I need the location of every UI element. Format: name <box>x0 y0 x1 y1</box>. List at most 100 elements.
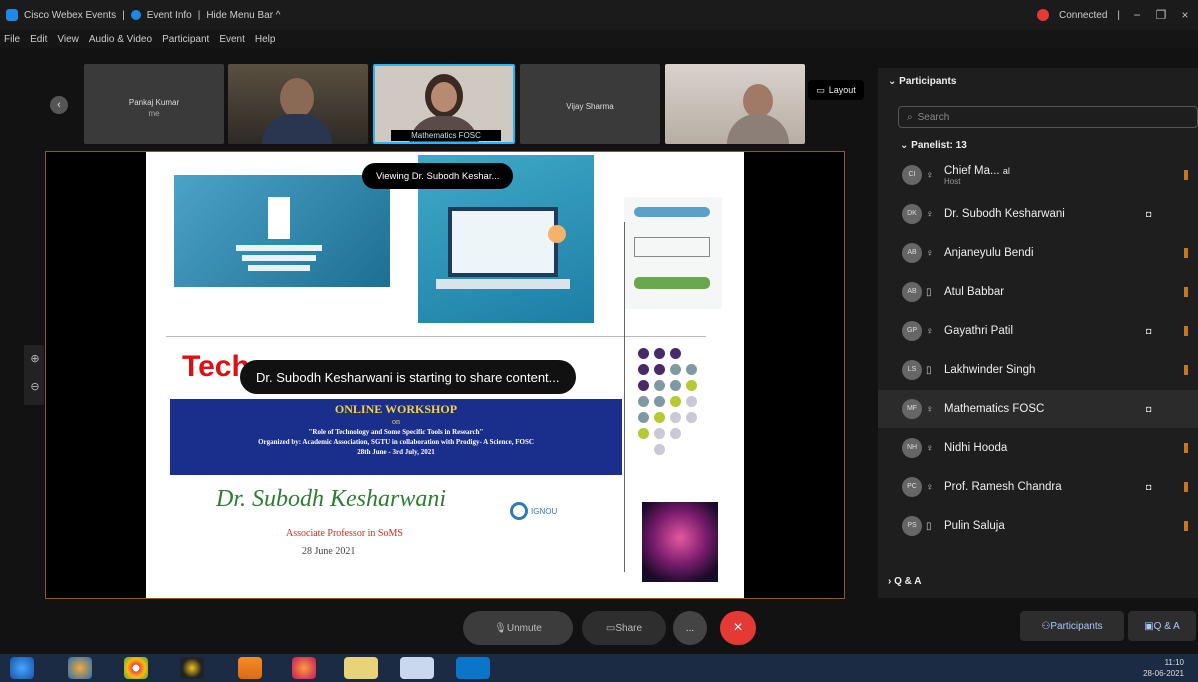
media-player-icon[interactable] <box>180 657 204 679</box>
notes-icon[interactable] <box>400 657 434 679</box>
participant-row[interactable]: AB ▯ Atul Babbar <box>878 273 1198 311</box>
participants-panel: ⌄ Participants ⌕ Search ⌄ Panelist: 13 C… <box>878 68 1198 598</box>
mic-icon: ♀ <box>926 442 934 454</box>
zoom-out-icon[interactable]: ⊖ <box>26 380 44 396</box>
participant-name: Lakhwinder Singh <box>944 364 1036 376</box>
participant-row[interactable]: DK ♀ Dr. Subodh Kesharwani ◘ <box>878 195 1198 233</box>
workshop-title: ONLINE WORKSHOP <box>334 402 458 416</box>
menu-audio-video[interactable]: Audio & Video <box>89 34 152 45</box>
collapse-chevron-icon: ⌄ <box>888 76 900 87</box>
webex-taskbar-icon[interactable] <box>456 657 490 679</box>
webex-logo-icon <box>6 9 18 21</box>
chrome-icon[interactable] <box>124 657 148 679</box>
menu-edit[interactable]: Edit <box>30 34 47 45</box>
mic-icon: ♀ <box>926 208 934 220</box>
slide-divider <box>166 336 706 337</box>
strip-prev-button[interactable]: ‹ <box>50 96 68 114</box>
panelist-group-header[interactable]: ⌄ Panelist: 13 <box>900 140 967 151</box>
video-tile-mathematics-fosc[interactable]: Mathematics FOSC <box>373 64 515 144</box>
menu-participant[interactable]: Participant <box>162 34 209 45</box>
search-icon: ⌕ <box>907 111 913 123</box>
video-tile-camera-1[interactable] <box>228 64 368 144</box>
participant-name: Gayathri Patil <box>944 325 1014 337</box>
connection-status[interactable]: Connected <box>1059 10 1107 21</box>
slide-image-network <box>624 197 722 309</box>
more-options-button[interactable]: ... <box>673 611 707 645</box>
mic-icon: ♀ <box>926 403 934 415</box>
participant-row[interactable]: LS ▯ Lakhwinder Singh <box>878 351 1198 389</box>
participant-name: Atul Babbar <box>944 286 1005 298</box>
hide-menu-bar-link[interactable]: Hide Menu Bar ^ <box>206 10 280 21</box>
qa-section-header[interactable]: › Q & A <box>888 576 922 587</box>
vlc-icon[interactable] <box>238 657 262 679</box>
participant-row-selected[interactable]: MF ♀ Mathematics FOSC ◘ <box>878 390 1198 428</box>
unmute-button[interactable]: 🎙︎ Unmute <box>463 611 573 645</box>
qa-header-label: Q & A <box>894 576 922 587</box>
workshop-dates: 28th June - 3rd July, 2021 <box>357 448 435 456</box>
participants-header[interactable]: ⌄ Participants <box>888 76 956 87</box>
participant-row[interactable]: AB ♀ Anjaneyulu Bendi <box>878 234 1198 272</box>
qa-toggle-button[interactable]: ▣ Q & A <box>1128 611 1196 641</box>
menu-view[interactable]: View <box>57 34 79 45</box>
start-icon[interactable] <box>10 657 34 679</box>
sharing-toast: Dr. Subodh Kesharwani is starting to sha… <box>240 360 576 394</box>
speaking-indicator <box>1184 482 1188 492</box>
firefox-icon[interactable] <box>68 657 92 679</box>
participant-row[interactable]: PS ▯ Pulin Saluja <box>878 507 1198 545</box>
minimize-button[interactable]: − <box>1130 8 1144 22</box>
tile-name: Mathematics FOSC <box>391 130 501 141</box>
participant-row[interactable]: GP ♀ Gayathri Patil ◘ <box>878 312 1198 350</box>
clock-time: 11:10 <box>1164 658 1184 667</box>
close-window-button[interactable]: × <box>1178 8 1192 22</box>
layout-label: Layout <box>828 85 856 95</box>
video-camera-icon: ◘ <box>1146 404 1152 414</box>
avatar: LS <box>902 360 922 380</box>
qa-toggle-label: Q & A <box>1153 620 1180 632</box>
system-clock[interactable]: 11:10 28-06-2021 <box>1143 657 1184 679</box>
webex-window: Cisco Webex Events | Event Info | Hide M… <box>0 0 1198 682</box>
leave-event-button[interactable]: × <box>720 611 756 645</box>
talk-date: 28 June 2021 <box>302 546 356 557</box>
video-tile-vijay[interactable]: Vijay Sharma <box>520 64 660 144</box>
maximize-button[interactable]: ❐ <box>1154 8 1168 22</box>
participant-row[interactable]: PC ♀ Prof. Ramesh Chandra ◘ <box>878 468 1198 506</box>
folder-icon[interactable] <box>344 657 378 679</box>
video-tile-pankaj[interactable]: Pankaj Kumar me <box>84 64 224 144</box>
unmute-label: Unmute <box>506 622 542 634</box>
participants-toggle-label: Participants <box>1050 620 1103 632</box>
menu-file[interactable]: File <box>4 34 20 45</box>
participant-name: Chief Ma... <box>944 164 1000 177</box>
connected-status-icon <box>1037 9 1050 21</box>
workshop-organizer: Organized by: Academic Association, SGTU… <box>258 438 534 446</box>
event-info-link[interactable]: Event Info <box>147 10 192 21</box>
mic-icon: ♀ <box>926 247 934 259</box>
video-tile-camera-2[interactable] <box>665 64 805 144</box>
video-camera-icon: ◘ <box>1146 326 1152 336</box>
menu-event[interactable]: Event <box>219 34 245 45</box>
tile-sub: me <box>148 109 160 118</box>
tile-name: Pankaj Kumar <box>128 98 180 107</box>
avatar: GP <box>902 321 922 341</box>
share-button[interactable]: ▭ Share <box>582 611 666 645</box>
avatar: MF <box>902 399 922 419</box>
participants-toggle-button[interactable]: ⚇ Participants <box>1020 611 1124 641</box>
zoom-in-icon[interactable]: ⊕ <box>26 352 44 368</box>
decorative-dots <box>638 348 718 488</box>
browser-icon[interactable] <box>292 657 316 679</box>
speaking-indicator <box>1184 248 1188 258</box>
viewing-toast: Viewing Dr. Subodh Keshar... <box>362 163 514 189</box>
menu-help[interactable]: Help <box>255 34 276 45</box>
video-camera-icon: ◘ <box>1146 482 1152 492</box>
participant-row[interactable]: CI ♀ Chief Ma... al Host <box>878 156 1198 194</box>
participants-search-input[interactable]: ⌕ Search <box>898 106 1198 128</box>
people-icon: ⚇ <box>1041 620 1051 632</box>
avatar: AB <box>902 243 922 263</box>
share-icon: ▭ <box>605 622 616 634</box>
search-placeholder: Search <box>917 111 950 123</box>
avatar: CI <box>902 165 922 185</box>
layout-button[interactable]: ▭ Layout <box>808 80 864 100</box>
slide-image-staircase <box>174 175 390 287</box>
participant-row[interactable]: NH ♀ Nidhi Hooda <box>878 429 1198 467</box>
phone-icon: ▯ <box>926 286 932 298</box>
speaking-indicator <box>1184 287 1188 297</box>
